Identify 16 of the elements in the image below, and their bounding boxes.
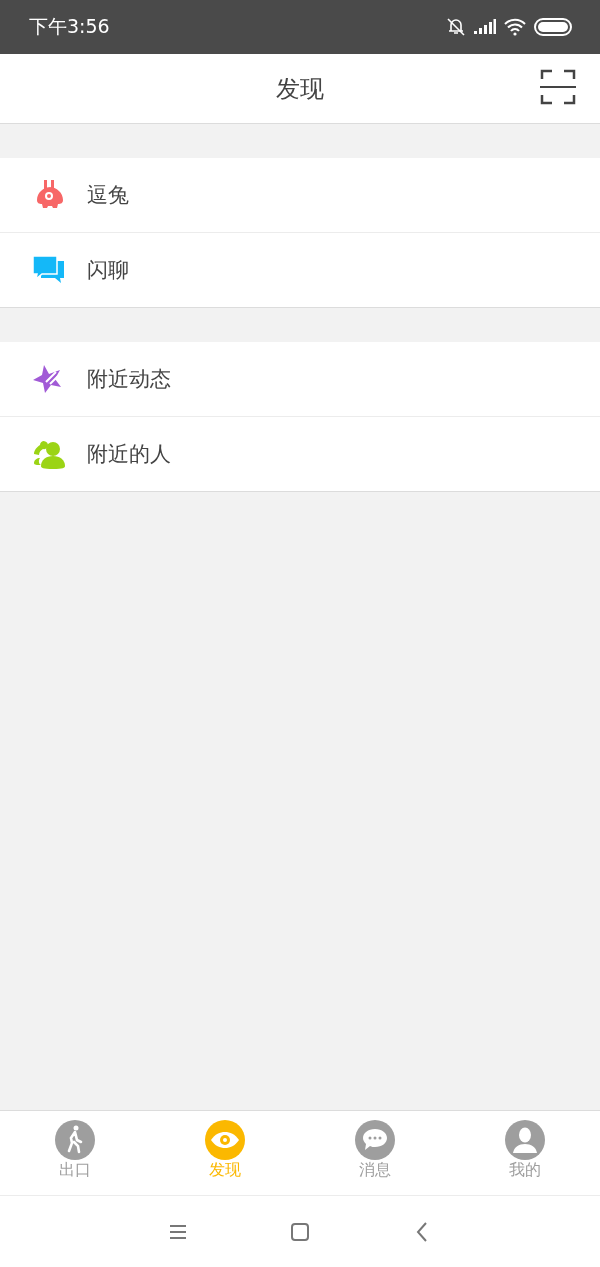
scan-icon[interactable] bbox=[540, 69, 576, 105]
page-title: 发现 bbox=[276, 73, 324, 105]
wifi-icon bbox=[504, 18, 526, 36]
walking-person-icon bbox=[55, 1120, 95, 1160]
menu-item[interactable]: 逗兔 bbox=[0, 158, 600, 232]
message-icon bbox=[355, 1120, 395, 1160]
person-icon bbox=[505, 1120, 545, 1160]
signal-icon bbox=[474, 19, 496, 35]
muted-bell-icon bbox=[446, 17, 466, 37]
status-time: 下午3:56 bbox=[29, 14, 111, 39]
menu-item[interactable]: 闪聊 bbox=[0, 232, 600, 307]
eye-icon bbox=[205, 1120, 245, 1160]
menu-item[interactable]: 附近的人 bbox=[0, 416, 600, 491]
menu-item[interactable]: 附近动态 bbox=[0, 342, 600, 416]
home-icon[interactable] bbox=[289, 1220, 311, 1243]
battery-icon bbox=[534, 18, 572, 36]
